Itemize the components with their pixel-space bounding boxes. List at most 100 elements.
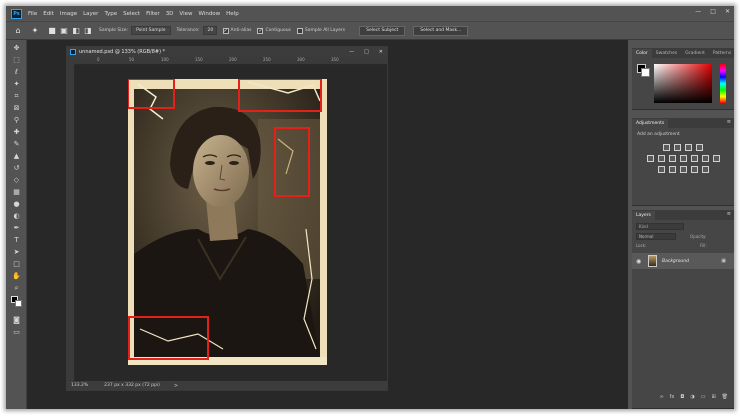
path-select-icon[interactable]: ➤	[11, 248, 22, 257]
layers-menu-icon[interactable]: ≡	[727, 211, 731, 217]
blend-mode-select[interactable]: Normal	[636, 233, 676, 240]
doc-close-button[interactable]: ✕	[379, 47, 383, 57]
pen-icon[interactable]: ✒	[11, 224, 22, 233]
black-white-icon[interactable]	[679, 155, 687, 162]
menu-3d[interactable]: 3D	[166, 11, 174, 17]
adjustment-layer-icon[interactable]: ◑	[690, 394, 694, 400]
menu-image[interactable]: Image	[60, 11, 77, 17]
eyedropper-icon[interactable]: ⚲	[11, 116, 22, 125]
add-selection-icon[interactable]: ▣	[59, 26, 69, 36]
invert-icon[interactable]	[657, 166, 665, 173]
exposure-icon[interactable]	[696, 144, 703, 151]
menu-layer[interactable]: Layer	[83, 11, 98, 17]
doc-minimize-button[interactable]: —	[349, 47, 354, 57]
crop-icon[interactable]: ⌗	[11, 92, 22, 101]
new-selection-icon[interactable]: ■	[47, 26, 57, 36]
anti-alias-checkbox[interactable]: ✓	[222, 27, 229, 34]
layer-lock-icon[interactable]: ▣	[721, 258, 726, 264]
panel-background-swatch[interactable]	[641, 68, 650, 77]
tab-layers[interactable]: Layers	[632, 211, 655, 220]
menu-select[interactable]: Select	[123, 11, 140, 17]
close-button[interactable]: ✕	[725, 8, 730, 15]
rectangle-icon[interactable]: □	[11, 260, 22, 269]
zoom-level[interactable]: 133.2%	[71, 383, 88, 388]
selective-color-icon[interactable]	[701, 166, 709, 173]
maximize-button[interactable]: □	[710, 8, 716, 15]
blur-icon[interactable]: ●	[11, 200, 22, 209]
tolerance-input[interactable]: 20	[202, 26, 217, 35]
layer-name[interactable]: Background	[662, 259, 689, 264]
sample-size-select[interactable]: Point Sample	[131, 26, 171, 35]
zoom-icon[interactable]: ⌕	[11, 284, 22, 293]
select-subject-button[interactable]: Select Subject	[359, 25, 406, 36]
contiguous-checkbox[interactable]: ✓	[257, 27, 264, 34]
delete-layer-icon[interactable]: 🗑	[722, 394, 728, 400]
tab-patterns[interactable]: Patterns	[709, 49, 734, 58]
frame-icon[interactable]: ⊠	[11, 104, 22, 113]
brightness-icon[interactable]	[663, 144, 670, 151]
marquee-icon[interactable]: ⬚	[11, 56, 22, 65]
vertical-ruler[interactable]	[67, 65, 75, 381]
curves-icon[interactable]	[685, 144, 692, 151]
tab-color[interactable]: Color	[632, 49, 652, 58]
posterize-icon[interactable]	[668, 166, 676, 173]
eraser-icon[interactable]: ◇	[11, 176, 22, 185]
layer-row-background[interactable]: ◉ Background ▣	[632, 253, 734, 269]
menu-filter[interactable]: Filter	[146, 11, 160, 17]
color-picker-field[interactable]	[654, 64, 712, 103]
layer-style-icon[interactable]: fx	[670, 394, 675, 400]
background-color-swatch[interactable]	[15, 300, 22, 307]
horizontal-ruler[interactable]: 0 50 100 150 200 250 300 350	[75, 57, 387, 65]
menu-file[interactable]: File	[28, 11, 37, 17]
brush-icon[interactable]: ✎	[11, 140, 22, 149]
healing-icon[interactable]: ✚	[11, 128, 22, 137]
gradient-map-icon[interactable]	[690, 166, 698, 173]
menu-help[interactable]: Help	[226, 11, 239, 17]
color-lookup-icon[interactable]	[712, 155, 720, 162]
gradient-icon[interactable]: ▦	[11, 188, 22, 197]
hand-icon[interactable]: ✋	[11, 272, 22, 281]
select-and-mask-button[interactable]: Select and Mask...	[413, 25, 469, 36]
screen-mode-icon[interactable]: ▭	[11, 328, 22, 337]
document-canvas[interactable]	[75, 65, 387, 381]
photo-filter-icon[interactable]	[690, 155, 698, 162]
link-layers-icon[interactable]: ∞	[659, 394, 663, 400]
new-layer-icon[interactable]: ⊞	[711, 394, 715, 400]
minimize-button[interactable]: —	[695, 8, 701, 15]
sample-all-layers-checkbox[interactable]	[296, 27, 303, 34]
tab-swatches[interactable]: Swatches	[652, 49, 682, 58]
tab-gradient[interactable]: Gradient	[681, 49, 709, 58]
tab-adjustments[interactable]: Adjustments	[632, 119, 669, 128]
magic-wand-icon[interactable]: ✦	[11, 80, 22, 89]
dodge-icon[interactable]: ◐	[11, 212, 22, 221]
magic-wand-tool-icon[interactable]: ✦	[30, 26, 40, 36]
color-balance-icon[interactable]	[668, 155, 676, 162]
move-icon[interactable]: ✥	[11, 44, 22, 53]
add-mask-icon[interactable]: ◘	[680, 394, 684, 400]
history-brush-icon[interactable]: ↺	[11, 164, 22, 173]
type-icon[interactable]: T	[11, 236, 22, 245]
hue-slider[interactable]	[720, 64, 726, 103]
menu-view[interactable]: View	[179, 11, 192, 17]
visibility-eye-icon[interactable]: ◉	[636, 258, 644, 265]
status-arrow-icon[interactable]: >	[174, 383, 178, 389]
doc-maximize-button[interactable]: □	[364, 47, 369, 57]
layers-filter-select[interactable]: Kind	[636, 223, 684, 230]
new-group-icon[interactable]: ▭	[701, 394, 706, 400]
home-icon[interactable]: ⌂	[13, 26, 23, 36]
stamp-icon[interactable]: ▲	[11, 152, 22, 161]
menu-window[interactable]: Window	[198, 11, 220, 17]
vibrance-icon[interactable]	[646, 155, 654, 162]
channel-mixer-icon[interactable]	[701, 155, 709, 162]
hue-saturation-icon[interactable]	[657, 155, 665, 162]
adjustments-menu-icon[interactable]: ≡	[727, 119, 731, 125]
subtract-selection-icon[interactable]: ◧	[71, 26, 81, 36]
menu-edit[interactable]: Edit	[43, 11, 54, 17]
levels-icon[interactable]	[674, 144, 681, 151]
intersect-selection-icon[interactable]: ◨	[83, 26, 93, 36]
menu-type[interactable]: Type	[104, 11, 117, 17]
threshold-icon[interactable]	[679, 166, 687, 173]
quick-mask-icon[interactable]: ◙	[11, 316, 22, 325]
document-tab[interactable]: unnamed.psd @ 133% (RGB/8#) * — □ ✕	[67, 47, 387, 57]
lasso-icon[interactable]: ℓ	[11, 68, 22, 77]
